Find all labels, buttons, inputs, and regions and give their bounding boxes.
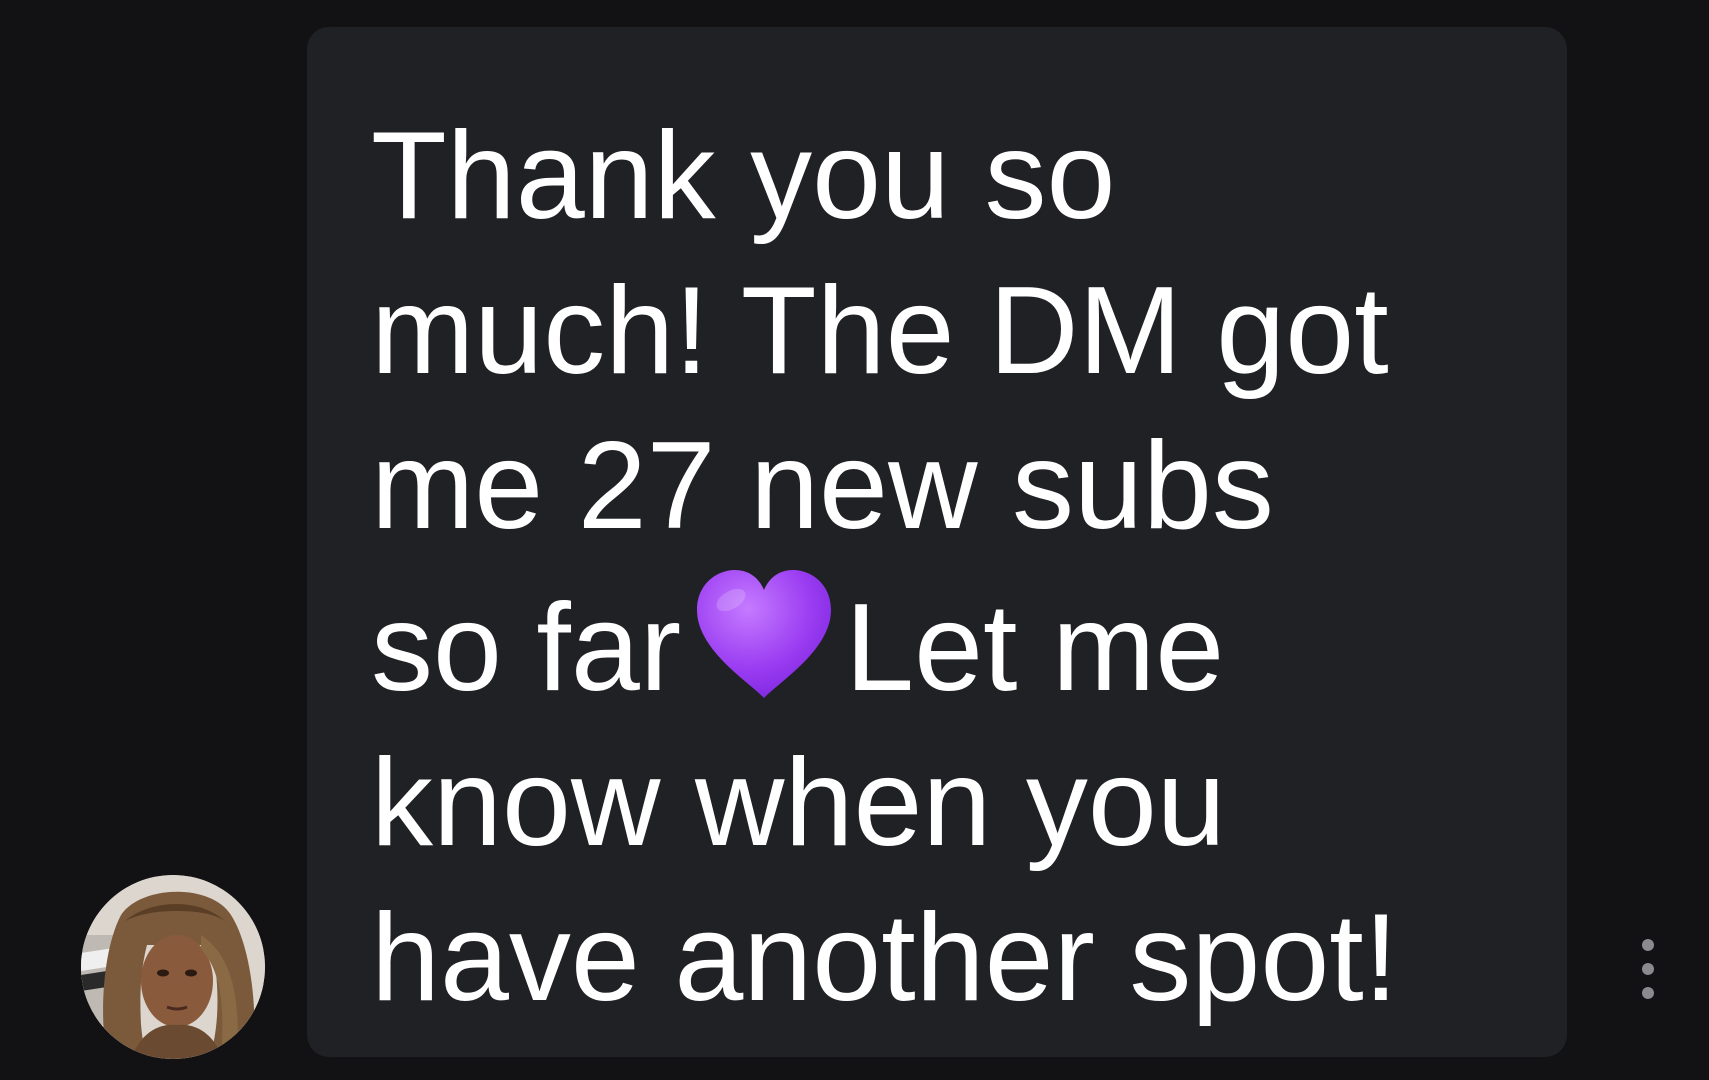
more-vertical-icon bbox=[1642, 939, 1654, 951]
more-vertical-icon-dot bbox=[1642, 987, 1654, 999]
message-line: much! The DM got bbox=[371, 262, 1389, 400]
purple-heart-icon-graphic bbox=[697, 570, 832, 698]
chat-screen: Thank you so much! The DM got me 27 new … bbox=[0, 0, 1709, 1080]
message-line: Thank you so bbox=[371, 107, 1116, 245]
more-options-button[interactable] bbox=[1636, 939, 1660, 999]
message-text-segment: Let me bbox=[845, 579, 1225, 717]
avatar-photo bbox=[81, 875, 265, 1059]
message-line: know when you bbox=[371, 734, 1226, 872]
message-bubble[interactable]: Thank you so much! The DM got me 27 new … bbox=[307, 27, 1567, 1057]
message-line: have another spot! bbox=[371, 889, 1399, 1027]
purple-heart-icon bbox=[689, 564, 839, 704]
sender-avatar[interactable] bbox=[81, 875, 265, 1059]
message-text-segment: so far bbox=[371, 579, 682, 717]
message-line: me 27 new subs bbox=[371, 417, 1274, 555]
more-vertical-icon-dot bbox=[1642, 963, 1654, 975]
message-line-with-emoji: so far Let me bbox=[371, 564, 1507, 726]
